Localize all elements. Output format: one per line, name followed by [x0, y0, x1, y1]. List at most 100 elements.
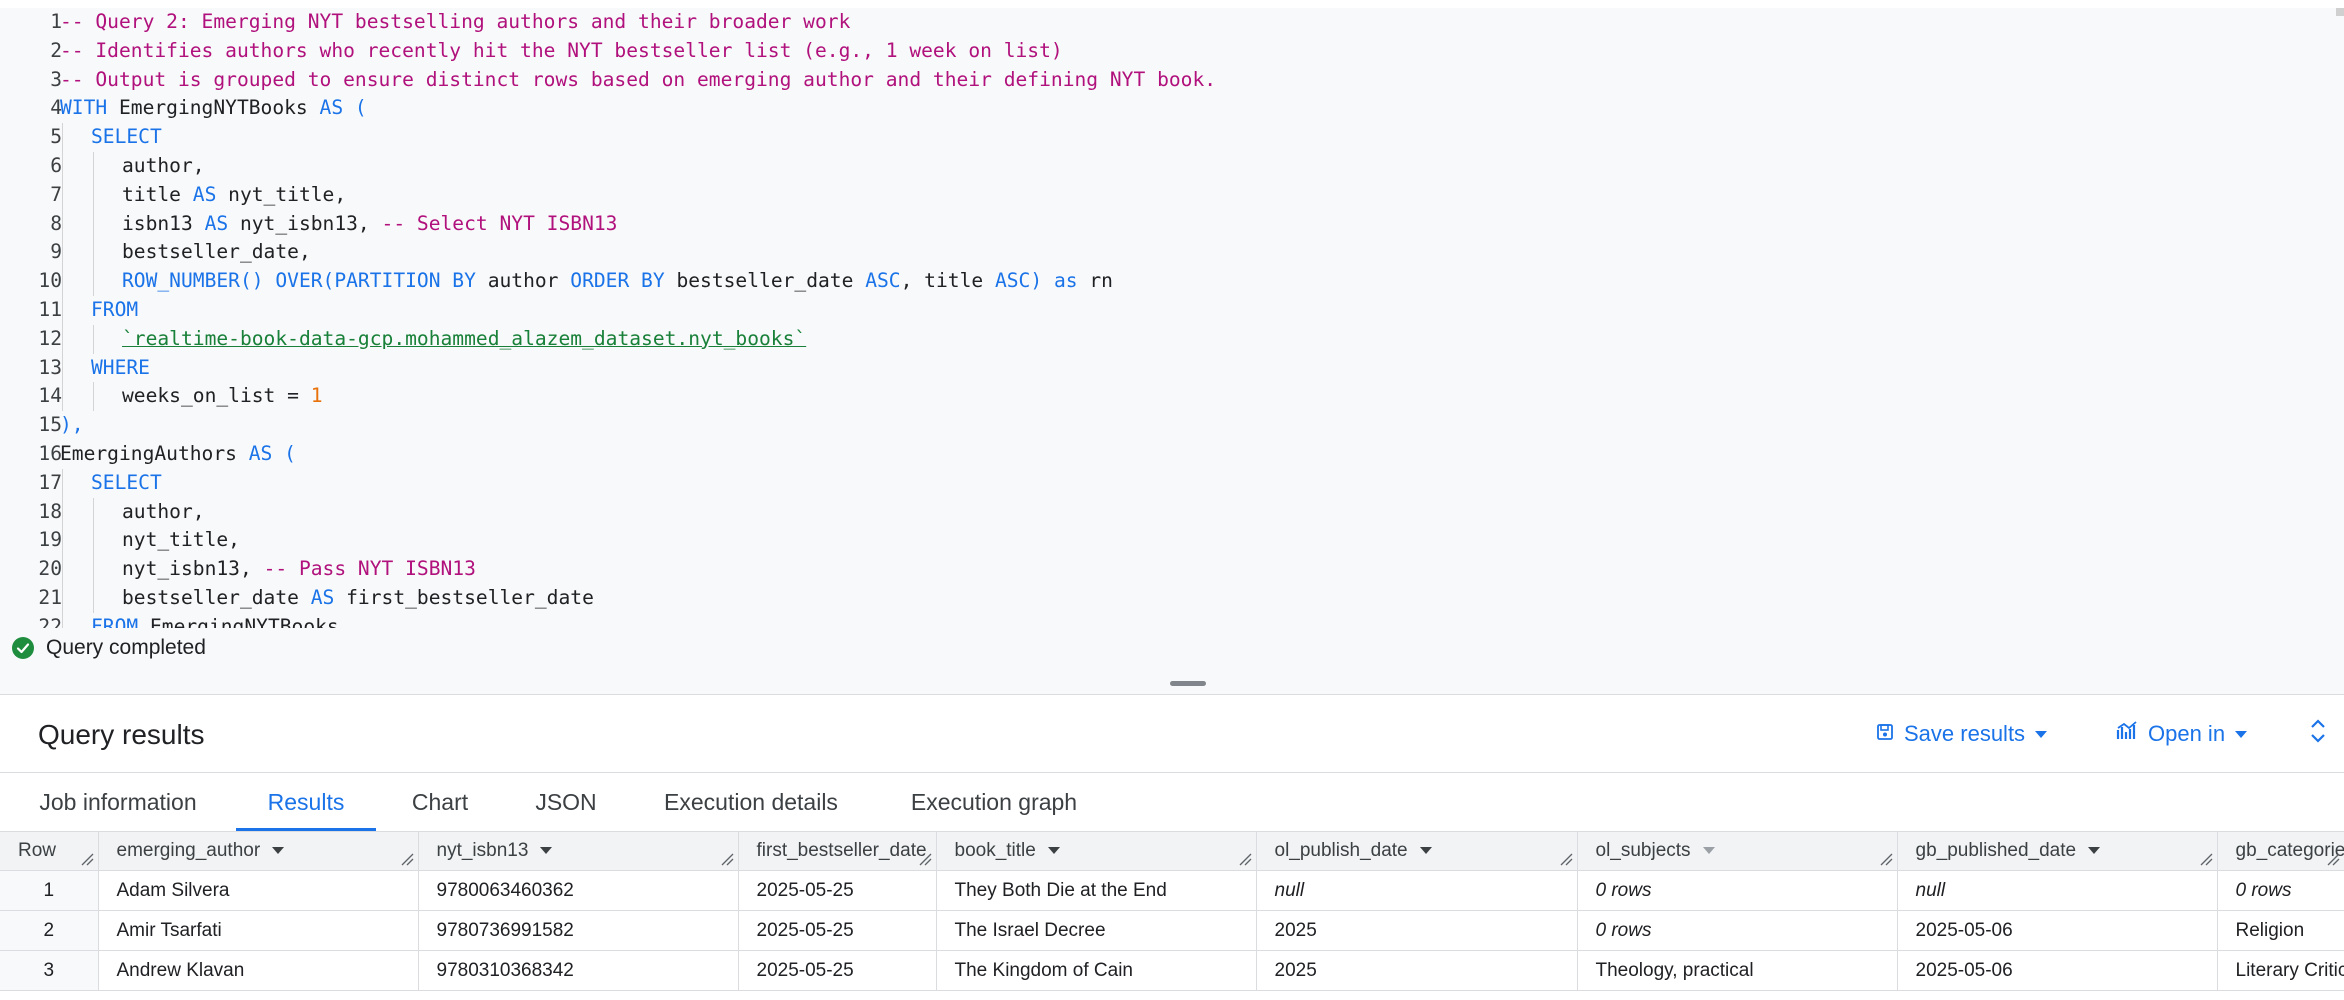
- tab-chart[interactable]: Chart: [376, 773, 504, 831]
- table-row[interactable]: 2 Amir Tsarfati 9780736991582 2025-05-25 The…: [0, 910, 2344, 951]
- code-text[interactable]: FROM: [91, 296, 138, 325]
- table-row[interactable]: 1 Adam Silvera 9780063460362 2025-05-25 They…: [0, 870, 2344, 911]
- code-text[interactable]: ),: [60, 411, 84, 440]
- indent-guide: [93, 238, 95, 268]
- sort-caret-icon[interactable]: [540, 847, 553, 855]
- table-cell: 2025-05-25: [738, 870, 937, 911]
- sql-editor[interactable]: 1 -- Query 2: Emerging NYT bestselling au…: [0, 8, 2344, 628]
- table-cell: Adam Silvera: [98, 870, 419, 911]
- column-resize-icon[interactable]: [2199, 852, 2213, 866]
- code-text[interactable]: bestseller_date,: [122, 238, 311, 267]
- code-text[interactable]: -- Identifies authors who recently hit t…: [60, 37, 1063, 66]
- save-results-button[interactable]: Save results: [1876, 717, 2048, 751]
- code-token-punct: ),: [60, 413, 84, 437]
- resize-handle[interactable]: [1170, 681, 1206, 686]
- results-tabs: Job information Results Chart JSON Execu…: [0, 773, 2344, 832]
- code-text[interactable]: title AS nyt_title,: [122, 181, 346, 210]
- code-line: 18 author,: [0, 497, 2344, 527]
- column-resize-icon[interactable]: [1238, 852, 1252, 866]
- sort-caret-icon[interactable]: [1047, 847, 1060, 855]
- line-number: 2: [50, 38, 62, 62]
- code-text[interactable]: FROM EmergingNYTBooks: [91, 613, 339, 628]
- code-text[interactable]: SELECT: [91, 123, 162, 152]
- line-number: 10: [38, 269, 62, 293]
- sort-caret-icon[interactable]: [1702, 847, 1715, 855]
- column-header[interactable]: gb_categories: [2217, 832, 2344, 871]
- indent-guide: [93, 151, 95, 181]
- code-text[interactable]: author,: [122, 498, 205, 527]
- code-text[interactable]: -- Output is grouped to ensure distinct …: [60, 66, 1216, 95]
- column-header[interactable]: Row: [0, 832, 99, 871]
- code-token-ident: bestseller_date: [122, 585, 311, 609]
- code-token-keyword: WHERE: [91, 355, 150, 379]
- code-token-comment: -- Output is grouped to ensure distinct …: [60, 67, 1217, 91]
- column-header-label: gb_published_date: [1915, 840, 2077, 861]
- column-resize-icon[interactable]: [1559, 852, 1573, 866]
- sort-caret-icon[interactable]: [272, 847, 285, 855]
- code-text[interactable]: ROW_NUMBER() OVER(PARTITION BY author OR…: [122, 267, 1113, 296]
- column-resize-icon[interactable]: [720, 852, 734, 866]
- table-cell: 0 rows: [1577, 910, 1898, 951]
- code-text[interactable]: nyt_isbn13, -- Pass NYT ISBN13: [122, 555, 476, 584]
- code-text[interactable]: EmergingAuthors AS (: [60, 440, 296, 469]
- code-token-ident: isbn13: [122, 211, 205, 235]
- column-header-label: Row: [18, 840, 57, 861]
- column-resize-icon[interactable]: [1879, 852, 1893, 866]
- code-token-keyword: ASC: [865, 269, 901, 293]
- editor-scrollbar[interactable]: [2336, 8, 2344, 16]
- column-header[interactable]: emerging_author: [98, 832, 419, 871]
- chart-icon: [2116, 721, 2138, 747]
- code-text[interactable]: WITH EmergingNYTBooks AS (: [60, 94, 367, 123]
- column-header-label: ol_subjects: [1595, 840, 1691, 861]
- sort-caret-icon[interactable]: [2088, 847, 2101, 855]
- code-text[interactable]: isbn13 AS nyt_isbn13, -- Select NYT ISBN…: [122, 210, 617, 239]
- column-resize-icon[interactable]: [918, 852, 932, 866]
- code-text[interactable]: author,: [122, 152, 205, 181]
- line-number: 9: [50, 240, 62, 264]
- code-text[interactable]: bestseller_date AS first_bestseller_date: [122, 584, 594, 613]
- tab-execution-details[interactable]: Execution details: [628, 773, 874, 831]
- table-body: 1 Adam Silvera 9780063460362 2025-05-25 They…: [0, 870, 2344, 991]
- code-token-keyword: AS: [248, 441, 285, 465]
- row-number: 3: [0, 950, 99, 991]
- tab-job-information[interactable]: Job information: [0, 773, 236, 831]
- indent-guide: [62, 324, 63, 354]
- indent-guide: [62, 497, 63, 527]
- line-number: 17: [38, 470, 62, 494]
- column-header[interactable]: gb_published_date: [1897, 832, 2218, 871]
- expand-button[interactable]: [2310, 717, 2326, 751]
- table-cell: 2025: [1256, 950, 1578, 991]
- code-token-keyword: ORDER BY: [570, 269, 677, 293]
- code-line: 4 WITH EmergingNYTBooks AS (: [0, 94, 2344, 123]
- table-cell: 2025: [1256, 910, 1578, 951]
- tab-results[interactable]: Results: [236, 773, 376, 831]
- column-header[interactable]: ol_subjects: [1577, 832, 1898, 871]
- code-token-ident: weeks_on_list =: [122, 384, 311, 408]
- line-number: 3: [50, 67, 62, 91]
- code-text[interactable]: SELECT: [91, 469, 162, 498]
- tab-json[interactable]: JSON: [504, 773, 628, 831]
- column-header[interactable]: ol_publish_date: [1256, 832, 1578, 871]
- code-text[interactable]: -- Query 2: Emerging NYT bestselling aut…: [60, 8, 850, 37]
- code-token-comment: -- Pass NYT ISBN13: [263, 557, 476, 581]
- code-text[interactable]: WHERE: [91, 354, 150, 383]
- code-token-ident: nyt_isbn13,: [239, 211, 382, 235]
- column-header[interactable]: book_title: [936, 832, 1257, 871]
- column-resize-icon[interactable]: [2326, 852, 2340, 866]
- code-text[interactable]: nyt_title,: [122, 526, 240, 555]
- code-text[interactable]: `realtime-book-data-gcp.mohammed_alazem_…: [122, 325, 806, 354]
- tab-execution-graph[interactable]: Execution graph: [874, 773, 1114, 831]
- column-header[interactable]: first_bestseller_date: [738, 832, 937, 871]
- code-token-keyword: WITH: [60, 96, 119, 120]
- column-header[interactable]: nyt_isbn13: [418, 832, 739, 871]
- code-line: 13 WHERE: [0, 353, 2344, 383]
- open-in-button[interactable]: Open in: [2116, 717, 2248, 751]
- table-row[interactable]: 3 Andrew Klavan 9780310368342 2025-05-25 The…: [0, 950, 2344, 991]
- sort-caret-icon[interactable]: [1419, 847, 1432, 855]
- column-resize-icon[interactable]: [80, 852, 94, 866]
- line-number: 6: [50, 153, 62, 177]
- code-text[interactable]: weeks_on_list = 1: [122, 382, 323, 411]
- column-header-label: nyt_isbn13: [436, 840, 529, 861]
- column-resize-icon[interactable]: [400, 852, 414, 866]
- query-status-bar: Query completed: [0, 628, 2344, 668]
